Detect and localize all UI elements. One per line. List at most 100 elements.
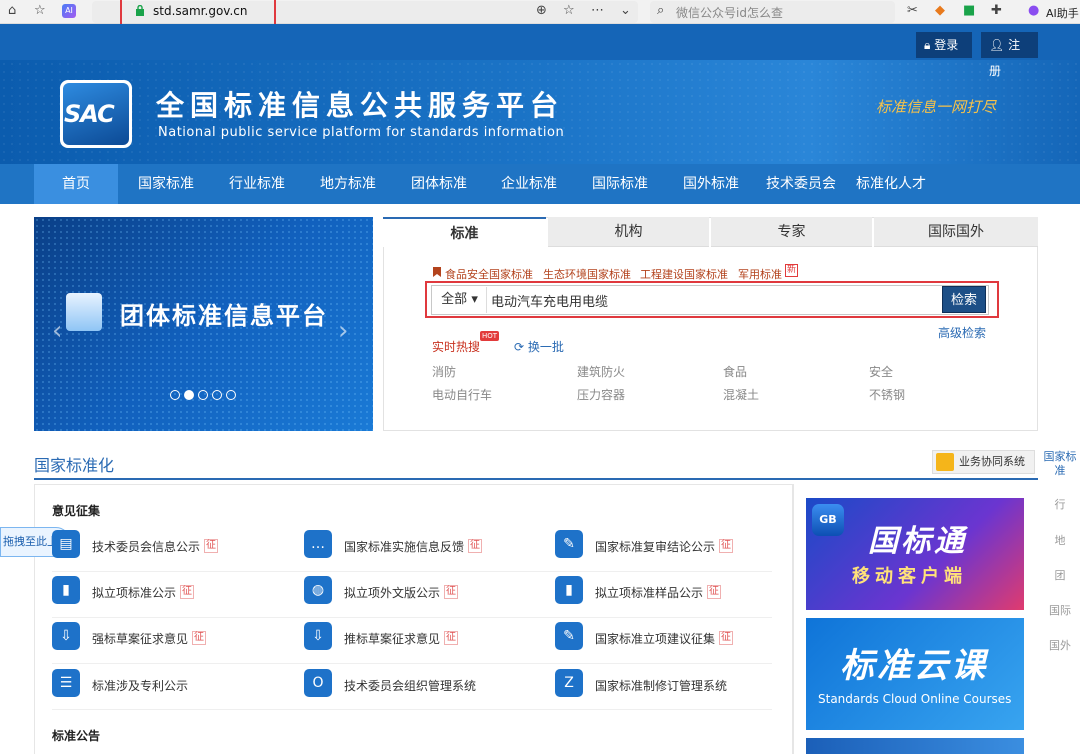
solicitation-item-label[interactable]: 拟立项标准样品公示 [595,584,703,601]
hot-item[interactable]: 食品 [723,363,747,380]
section-divider [34,478,1038,480]
wps-icon[interactable]: ■ [963,3,975,18]
solicitation-item-label[interactable]: 强标草案征求意见 [92,630,188,647]
ai-icon[interactable]: AI [62,4,76,18]
advanced-search-link[interactable]: 高级检索 [938,324,986,341]
ai-assistant-icon[interactable]: ● [1028,3,1039,18]
chat-icon: … [304,530,332,558]
hot-item[interactable]: 混凝土 [723,386,759,403]
login-label: 登录 [934,38,959,52]
solicitation-item-label[interactable]: 国家标准制修订管理系统 [595,677,727,694]
carousel-dot-active[interactable] [184,390,194,400]
solicitation-item-label[interactable]: 国家标准复审结论公示 [595,538,715,555]
home-icon[interactable]: ⌂ [8,3,16,18]
id-card-icon: ▤ [52,530,80,558]
hot-item[interactable]: 电动自行车 [432,386,492,403]
nav-item-home[interactable]: 首页 [34,164,118,204]
solicitation-item-label[interactable]: 技术委员会组织管理系统 [344,677,476,694]
nav-item-international[interactable]: 国际标准 [580,164,660,204]
solicit-badge: 征 [444,585,458,599]
hot-item[interactable]: 安全 [869,363,893,380]
more-icon[interactable]: ⋯ [591,3,604,18]
solicit-badge: 征 [444,631,458,645]
tab-expert[interactable]: 专家 [711,217,872,247]
solicit-badge: 征 [204,539,218,553]
refresh-button[interactable]: ⟳ 换一批 [514,338,564,355]
side-nav-local[interactable]: 地 [1040,532,1080,548]
promo-subtitle: Standards Cloud Online Courses [818,692,1012,706]
carousel-prev-icon[interactable]: ‹ [52,316,62,346]
search-highlight-box [425,281,999,318]
location-icon[interactable]: ⊕ [536,3,547,18]
promo-banner[interactable] [806,738,1024,754]
solicitation-item-label[interactable]: 国家标准立项建议征集 [595,630,715,647]
hot-item[interactable]: 压力容器 [577,386,625,403]
edit-icon: ✎ [555,622,583,650]
nav-item-group[interactable]: 团体标准 [399,164,479,204]
promo-title: 标准云课 [840,646,988,686]
quick-link-food[interactable]: 食品安全国家标准 [445,266,533,282]
side-nav-industry[interactable]: 行 [1040,496,1080,512]
nav-item-foreign[interactable]: 国外标准 [671,164,751,204]
hot-item[interactable]: 消防 [432,363,456,380]
row-divider [52,663,772,664]
solicitation-item-label[interactable]: 推标草案征求意见 [344,630,440,647]
tab-standard[interactable]: 标准 [383,217,546,247]
side-nav-national[interactable]: 国家标准 [1040,450,1080,478]
quick-link-military[interactable]: 军用标准 [738,266,782,282]
group-standard-emblem-icon [66,293,102,331]
carousel-next-icon[interactable]: › [338,316,348,346]
row-divider [52,617,772,618]
game-icon[interactable]: ◆ [935,3,945,18]
promo-subtitle: 移动客户端 [852,566,967,587]
solicitation-item-label[interactable]: 拟立项标准公示 [92,584,176,601]
browser-search-placeholder[interactable]: 微信公众号id怎么查 [676,4,783,21]
tab-organization[interactable]: 机构 [548,217,709,247]
register-button[interactable]: 👤︎ 注册 [981,32,1038,78]
nav-item-enterprise[interactable]: 企业标准 [489,164,569,204]
main-nav: 首页 国家标准 行业标准 地方标准 团体标准 企业标准 国际标准 国外标准 技术… [0,164,1080,204]
solicitation-item-label[interactable]: 拟立项外文版公示 [344,584,440,601]
nav-item-national[interactable]: 国家标准 [126,164,206,204]
slogan: 标准信息一网打尽 [876,98,997,116]
hot-item[interactable]: 建筑防火 [577,363,625,380]
book-icon: ▮ [52,576,80,604]
promo-cloud-course[interactable]: 标准云课 Standards Cloud Online Courses [806,618,1024,730]
solicit-badge: 征 [719,631,733,645]
scissors-icon[interactable]: ✂ [907,3,918,18]
row-divider [52,709,772,710]
side-nav-international[interactable]: 国际 [1040,602,1080,618]
carousel-dot[interactable] [212,390,222,400]
hot-badge: HOT [480,331,500,341]
carousel-dot[interactable] [226,390,236,400]
nav-item-talent[interactable]: 标准化人才 [851,164,931,204]
tab-international[interactable]: 国际国外 [874,217,1038,247]
side-nav-group[interactable]: 团 [1040,567,1080,583]
login-button[interactable]: 🔒︎ 登录 [916,32,972,58]
ai-assistant-label[interactable]: AI助手 [1046,5,1079,21]
chevron-down-icon[interactable]: ⌄ [620,3,631,18]
solicit-badge: 征 [468,539,482,553]
nav-item-industry[interactable]: 行业标准 [217,164,297,204]
side-nav-foreign[interactable]: 国外 [1040,637,1080,653]
solicit-badge: 征 [707,585,721,599]
solicit-badge: 征 [192,631,206,645]
solicitation-item-label[interactable]: 国家标准实施信息反馈 [344,538,464,555]
solicitation-item-label[interactable]: 标准涉及专利公示 [92,677,188,694]
refresh-label: 换一批 [527,340,564,354]
quick-link-engineering[interactable]: 工程建设国家标准 [640,266,728,282]
promo-gbt-app[interactable]: GB 国标通 移动客户端 [806,498,1024,610]
solicitation-item-label[interactable]: 技术委员会信息公示 [92,538,200,555]
extensions-icon[interactable]: ✚ [991,3,1002,18]
book-icon: ▮ [555,576,583,604]
quick-link-eco[interactable]: 生态环境国家标准 [543,266,631,282]
nav-item-local[interactable]: 地方标准 [308,164,388,204]
carousel-dot[interactable] [170,390,180,400]
sac-logo[interactable]: SAC [60,80,132,148]
favorites-icon[interactable]: ☆ [34,3,46,18]
nav-item-committee[interactable]: 技术委员会 [761,164,841,204]
logo-text: SAC [64,100,115,128]
star-icon[interactable]: ☆ [563,3,575,18]
hot-item[interactable]: 不锈钢 [869,386,905,403]
carousel-dot[interactable] [198,390,208,400]
